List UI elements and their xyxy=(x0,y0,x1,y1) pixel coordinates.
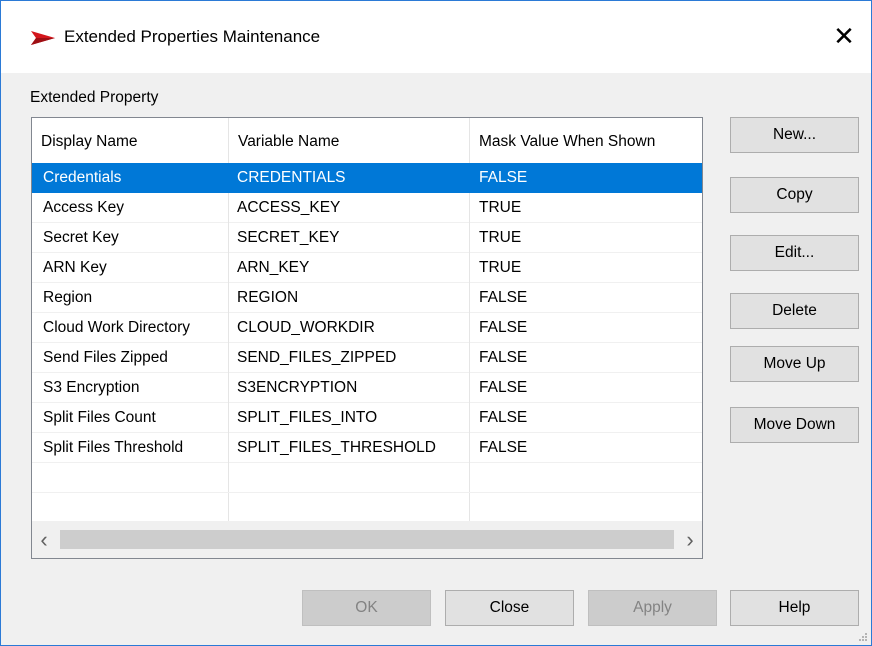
cell-mask-value: FALSE xyxy=(470,163,702,193)
cell-variable-name: CREDENTIALS xyxy=(229,163,470,193)
table-row[interactable]: Split Files Count SPLIT_FILES_INTO FALSE xyxy=(32,403,702,433)
table-body: Credentials CREDENTIALS FALSE Access Key… xyxy=(32,162,702,558)
table-row[interactable]: Region REGION FALSE xyxy=(32,283,702,313)
table-row[interactable]: S3 Encryption S3ENCRYPTION FALSE xyxy=(32,373,702,403)
column-header-mask-value[interactable]: Mask Value When Shown xyxy=(470,118,702,162)
app-logo-icon xyxy=(31,31,55,45)
copy-button[interactable]: Copy xyxy=(730,177,859,213)
cell-display-name: Credentials xyxy=(32,163,229,193)
new-button[interactable]: New... xyxy=(730,117,859,153)
empty-table-row xyxy=(32,493,702,523)
extended-property-table[interactable]: Display Name Variable Name Mask Value Wh… xyxy=(31,117,703,559)
help-button[interactable]: Help xyxy=(730,590,859,626)
cell-mask-value: FALSE xyxy=(470,343,702,373)
cell-variable-name: ACCESS_KEY xyxy=(229,193,470,223)
resize-grip-icon[interactable] xyxy=(857,631,867,641)
cell-variable-name: SEND_FILES_ZIPPED xyxy=(229,343,470,373)
table-header: Display Name Variable Name Mask Value Wh… xyxy=(32,118,702,162)
cell-variable-name: SECRET_KEY xyxy=(229,223,470,253)
delete-button[interactable]: Delete xyxy=(730,293,859,329)
cell-variable-name: ARN_KEY xyxy=(229,253,470,283)
cell-mask-value: TRUE xyxy=(470,253,702,283)
dialog-window: Extended Properties Maintenance ✕ Extend… xyxy=(0,0,872,646)
close-button[interactable]: Close xyxy=(445,590,574,626)
cell-mask-value: TRUE xyxy=(470,223,702,253)
cell-display-name: Cloud Work Directory xyxy=(32,313,229,343)
scroll-right-icon[interactable]: › xyxy=(678,521,702,558)
cell-display-name: Secret Key xyxy=(32,223,229,253)
empty-table-row xyxy=(32,463,702,493)
table-row[interactable]: Split Files Threshold SPLIT_FILES_THRESH… xyxy=(32,433,702,463)
table-row[interactable]: Credentials CREDENTIALS FALSE xyxy=(32,163,702,193)
cell-display-name: Region xyxy=(32,283,229,313)
cell-variable-name: SPLIT_FILES_INTO xyxy=(229,403,470,433)
move-down-button[interactable]: Move Down xyxy=(730,407,859,443)
scrollbar-thumb[interactable] xyxy=(60,530,674,549)
cell-mask-value: TRUE xyxy=(470,193,702,223)
move-up-button[interactable]: Move Up xyxy=(730,346,859,382)
cell-display-name: Send Files Zipped xyxy=(32,343,229,373)
column-header-variable-name[interactable]: Variable Name xyxy=(229,118,470,162)
cell-variable-name: CLOUD_WORKDIR xyxy=(229,313,470,343)
close-window-button[interactable]: ✕ xyxy=(827,19,861,53)
cell-display-name: Split Files Count xyxy=(32,403,229,433)
cell-mask-value: FALSE xyxy=(470,403,702,433)
cell-variable-name: S3ENCRYPTION xyxy=(229,373,470,403)
cell-variable-name: SPLIT_FILES_THRESHOLD xyxy=(229,433,470,463)
table-row[interactable]: Cloud Work Directory CLOUD_WORKDIR FALSE xyxy=(32,313,702,343)
cell-display-name: Access Key xyxy=(32,193,229,223)
cell-mask-value: FALSE xyxy=(470,283,702,313)
table-row[interactable]: ARN Key ARN_KEY TRUE xyxy=(32,253,702,283)
extended-property-label: Extended Property xyxy=(30,89,159,106)
apply-button[interactable]: Apply xyxy=(588,590,717,626)
scroll-left-icon[interactable]: ‹ xyxy=(32,521,56,558)
table-row[interactable]: Access Key ACCESS_KEY TRUE xyxy=(32,193,702,223)
cell-mask-value: FALSE xyxy=(470,373,702,403)
table-row[interactable]: Secret Key SECRET_KEY TRUE xyxy=(32,223,702,253)
cell-variable-name: REGION xyxy=(229,283,470,313)
cell-display-name: Split Files Threshold xyxy=(32,433,229,463)
cell-mask-value: FALSE xyxy=(470,313,702,343)
column-header-display-name[interactable]: Display Name xyxy=(32,118,229,162)
window-title: Extended Properties Maintenance xyxy=(64,27,321,46)
edit-button[interactable]: Edit... xyxy=(730,235,859,271)
horizontal-scrollbar[interactable]: ‹ › xyxy=(32,521,702,558)
cell-display-name: S3 Encryption xyxy=(32,373,229,403)
cell-mask-value: FALSE xyxy=(470,433,702,463)
table-row[interactable]: Send Files Zipped SEND_FILES_ZIPPED FALS… xyxy=(32,343,702,373)
title-bar[interactable]: Extended Properties Maintenance ✕ xyxy=(1,1,871,73)
cell-display-name: ARN Key xyxy=(32,253,229,283)
ok-button[interactable]: OK xyxy=(302,590,431,626)
